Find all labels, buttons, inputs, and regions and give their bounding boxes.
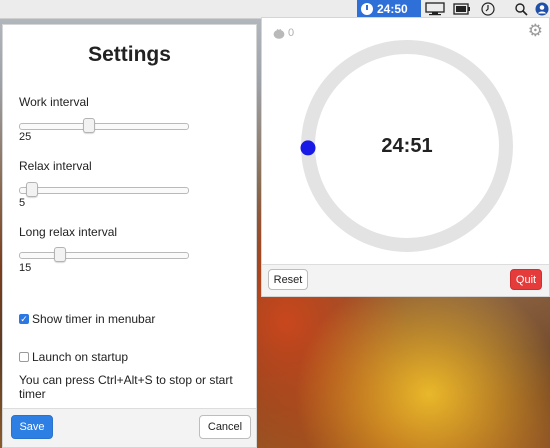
long-relax-interval-label: Long relax interval — [19, 225, 118, 239]
menubar-timer-text: 24:50 — [377, 2, 408, 16]
long-relax-interval-value: 15 — [19, 262, 32, 274]
launch-on-startup-label: Launch on startup — [32, 350, 129, 364]
user-icon[interactable] — [534, 1, 550, 17]
slider-track — [19, 252, 189, 259]
work-interval-label: Work interval — [19, 95, 89, 109]
battery-icon[interactable] — [452, 1, 472, 17]
long-relax-interval-slider[interactable] — [19, 247, 189, 262]
display-icon[interactable] — [424, 1, 446, 17]
session-counter: 0 — [273, 27, 294, 39]
timer-clock-icon — [361, 3, 373, 15]
slider-thumb[interactable] — [54, 247, 66, 262]
work-interval-slider[interactable] — [19, 118, 189, 133]
launch-on-startup-checkbox[interactable] — [19, 352, 29, 362]
timer-panel: 0 ⚙ 24:51 Reset Quit — [261, 17, 550, 297]
relax-interval-value: 5 — [19, 197, 26, 209]
cancel-button[interactable]: Cancel — [199, 415, 251, 439]
quit-button[interactable]: Quit — [510, 269, 542, 290]
settings-footer: Save Cancel — [3, 408, 256, 447]
relax-interval-label: Relax interval — [19, 159, 92, 173]
work-interval-value: 25 — [19, 131, 32, 143]
tomato-icon — [273, 28, 285, 39]
shortcut-hint: You can press Ctrl+Alt+S to stop or star… — [19, 373, 233, 401]
launch-on-startup-row[interactable]: Launch on startup — [19, 350, 128, 364]
slider-track — [19, 187, 189, 194]
slider-track — [19, 123, 189, 130]
gear-icon[interactable]: ⚙ — [528, 22, 543, 39]
timer-footer: Reset Quit — [262, 264, 549, 296]
search-icon[interactable] — [513, 1, 529, 17]
menubar-timer[interactable]: 24:50 — [357, 0, 421, 18]
settings-title: Settings — [88, 43, 171, 66]
reset-button[interactable]: Reset — [268, 269, 308, 290]
show-timer-menubar-label: Show timer in menubar — [32, 312, 156, 326]
show-timer-menubar-row[interactable]: ✓ Show timer in menubar — [19, 312, 155, 326]
slider-thumb[interactable] — [83, 118, 95, 133]
clock-icon[interactable] — [480, 1, 496, 17]
slider-thumb[interactable] — [26, 182, 38, 197]
show-timer-menubar-checkbox[interactable]: ✓ — [19, 314, 29, 324]
settings-panel: Settings Work interval 25 Relax interval… — [2, 24, 257, 448]
save-button[interactable]: Save — [11, 415, 53, 439]
session-count-value: 0 — [288, 27, 295, 39]
timer-display: 24:51 — [381, 134, 433, 157]
relax-interval-slider[interactable] — [19, 182, 189, 197]
